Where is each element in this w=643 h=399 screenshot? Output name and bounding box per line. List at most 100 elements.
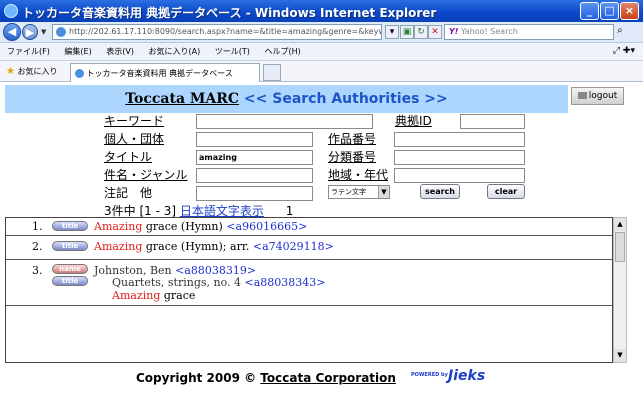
menu-help[interactable]: ヘルプ(H) <box>264 46 300 57</box>
japanese-display-link[interactable]: 日本語文字表示 <box>180 204 264 218</box>
menu-tools[interactable]: ツール(T) <box>215 46 250 57</box>
star-icon: ★ <box>6 66 15 77</box>
subject-label: 件名・ジャンル <box>104 168 188 182</box>
menu-bar: ファイル(F) 編集(E) 表示(V) お気に入り(A) ツール(T) ヘルプ(… <box>0 43 643 61</box>
address-bar: ◀ ▶ ▼ http://202.61.17.110:8090/search.a… <box>0 22 643 43</box>
close-button[interactable]: × <box>620 2 639 20</box>
toolbar-icons[interactable]: ⤢ ✚▾ <box>613 46 635 56</box>
brand-title: Toccata MARC <box>125 91 240 107</box>
favorites-bar: ★ お気に入り トッカータ音楽資料用 典拠データベース <box>0 61 643 82</box>
logout-button[interactable]: logout <box>571 87 624 105</box>
company-link[interactable]: Toccata Corporation <box>260 371 396 385</box>
logout-label: logout <box>588 91 618 101</box>
browser-tab[interactable]: トッカータ音楽資料用 典拠データベース <box>70 63 260 82</box>
chevron-down-icon[interactable]: ▾ <box>385 25 399 39</box>
menu-edit[interactable]: 編集(E) <box>64 46 91 57</box>
name-badge: name <box>52 264 88 274</box>
search-input[interactable]: Y! Yahoo! Search <box>444 24 614 40</box>
person-label: 個人・団体 <box>104 132 165 146</box>
minimize-button[interactable]: _ <box>580 2 599 20</box>
title-badge: title <box>52 221 88 231</box>
favorites-button[interactable]: ★ お気に入り <box>6 66 58 77</box>
refresh-icon[interactable]: ↻ <box>414 25 428 39</box>
list-item: 2. title Amazing grace (Hymn); arr. <a74… <box>6 236 612 260</box>
favorites-label: お気に入り <box>17 67 58 76</box>
url-input[interactable]: http://202.61.17.110:8090/search.aspx?na… <box>52 24 382 40</box>
authority-link[interactable]: <a74029118> <box>253 240 334 253</box>
yahoo-icon: Y! <box>449 27 459 36</box>
url-text: http://202.61.17.110:8090/search.aspx?na… <box>69 27 382 36</box>
highlight-text: Amazing <box>94 240 143 253</box>
page-footer: Copyright 2009 © Toccata Corporation POW… <box>0 365 643 399</box>
result-title: grace <box>160 289 196 302</box>
compatibility-icon[interactable]: ▣ <box>400 25 414 39</box>
result-number: 2. <box>32 240 43 253</box>
title-badge: title <box>52 276 88 286</box>
copyright-text: Copyright 2009 © <box>136 371 261 385</box>
region-input[interactable] <box>394 168 525 183</box>
authority-id-input[interactable] <box>460 114 525 129</box>
title-badge: title <box>52 241 88 251</box>
work-no-input[interactable] <box>394 132 525 147</box>
scroll-up-icon[interactable]: ▲ <box>614 218 626 231</box>
back-icon[interactable]: ◀ <box>3 23 21 41</box>
page-header: Toccata MARC << Search Authorities >> <box>5 85 568 113</box>
keyword-label: キーワード <box>104 114 165 128</box>
clear-button[interactable]: clear <box>487 184 525 199</box>
title-label: タイトル <box>104 150 153 164</box>
subject-input[interactable] <box>196 168 313 183</box>
results-scrollbar[interactable]: ▲ ▼ <box>613 217 627 363</box>
results-count: 3件中 [1 - 3] <box>104 204 177 218</box>
powered-by-label: POWERED by <box>411 372 448 378</box>
logout-icon <box>577 92 587 99</box>
highlight-text: Amazing <box>112 289 161 302</box>
stop-icon[interactable]: ✕ <box>428 25 442 39</box>
person-input[interactable] <box>196 132 313 147</box>
authority-link[interactable]: <a96016665> <box>226 220 307 233</box>
result-number: 3. <box>32 264 43 277</box>
search-button[interactable]: search <box>420 184 460 199</box>
note-label: 注記 他 <box>104 186 153 200</box>
copyright: Copyright 2009 © Toccata Corporation <box>136 371 396 385</box>
results-list: 1. title Amazing grace (Hymn) <a96016665… <box>5 217 613 363</box>
window-titlebar: トッカータ音楽資料用 典拠データベース - Windows Internet E… <box>0 0 643 22</box>
menu-view[interactable]: 表示(V) <box>106 46 134 57</box>
result-title: grace (Hymn) <box>142 220 227 233</box>
result-title: grace (Hymn); arr. <box>142 240 253 253</box>
menu-file[interactable]: ファイル(F) <box>7 46 50 57</box>
keyword-input[interactable] <box>196 114 373 129</box>
work-text: Quartets, strings, no. 4 <box>112 276 245 289</box>
new-tab-button[interactable] <box>263 64 281 81</box>
title-input[interactable]: amazing <box>196 150 313 165</box>
chevron-down-icon: ▼ <box>378 186 389 198</box>
maximize-button[interactable]: □ <box>600 2 619 20</box>
class-no-input[interactable] <box>394 150 525 165</box>
menu-favorites[interactable]: お気に入り(A) <box>149 46 201 57</box>
authority-id-label: 典拠ID <box>395 114 432 128</box>
note-input[interactable] <box>196 186 313 201</box>
result-text: Amazing grace (Hymn) <a96016665> <box>94 220 307 233</box>
jieks-logo: Jieks <box>448 368 486 384</box>
authority-link[interactable]: <a88038343> <box>245 276 326 289</box>
class-no-label: 分類番号 <box>328 150 377 164</box>
result-work: Quartets, strings, no. 4 <a88038343> <box>112 276 326 289</box>
script-select[interactable]: ラテン文字 ▼ <box>328 185 390 199</box>
page-content: Toccata MARC << Search Authorities >> lo… <box>0 82 643 399</box>
result-text: Amazing grace <box>112 289 195 302</box>
tab-page-icon <box>75 69 84 78</box>
chevron-down-icon[interactable]: ▼ <box>41 28 46 36</box>
highlight-text: Amazing <box>94 220 143 233</box>
forward-icon[interactable]: ▶ <box>22 24 38 40</box>
tab-title: トッカータ音楽資料用 典拠データベース <box>86 69 233 78</box>
page-number: 1 <box>285 204 294 218</box>
search-icon[interactable]: ⌕ <box>617 25 623 36</box>
result-number: 1. <box>32 220 43 233</box>
scroll-down-icon[interactable]: ▼ <box>614 349 626 362</box>
scroll-thumb[interactable] <box>615 232 625 262</box>
work-no-label: 作品番号 <box>328 132 377 146</box>
window-title: トッカータ音楽資料用 典拠データベース - Windows Internet E… <box>22 6 437 20</box>
region-label: 地域・年代 <box>328 168 389 182</box>
script-select-value: ラテン文字 <box>331 188 366 196</box>
page-subtitle: << Search Authorities >> <box>243 91 448 107</box>
ie-icon <box>4 4 18 18</box>
